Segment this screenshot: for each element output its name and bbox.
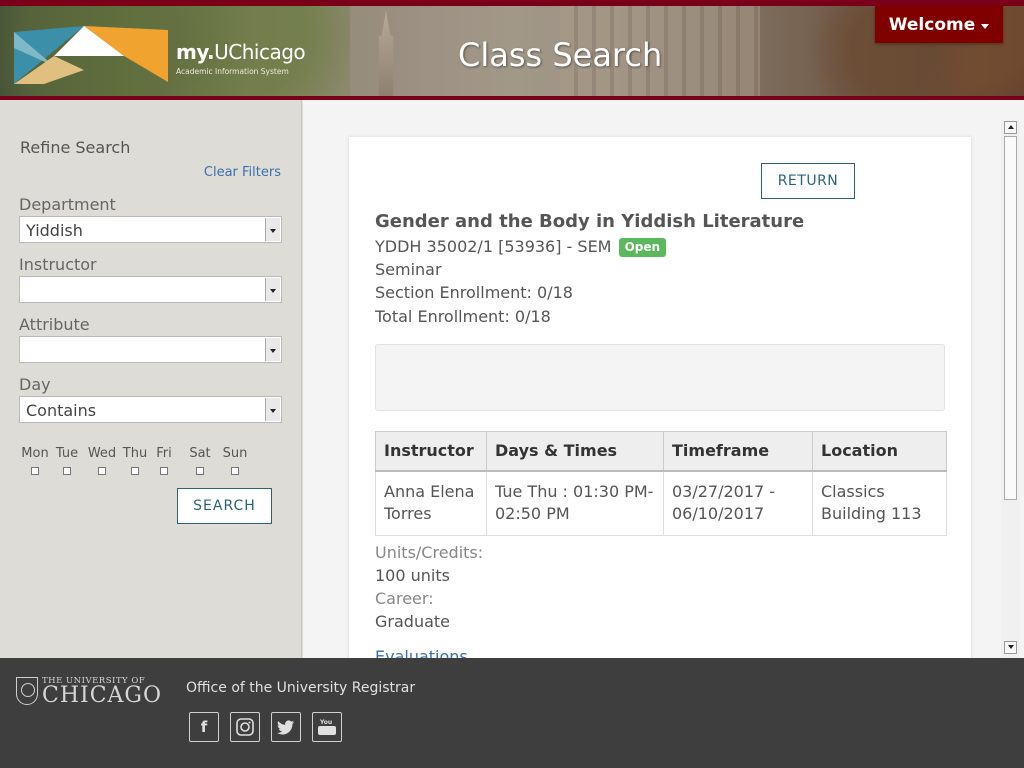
cell-instructor: Anna Elena Torres xyxy=(375,470,487,536)
total-enrollment: Total Enrollment: 0/18 xyxy=(375,307,551,326)
cell-days-times: Tue Thu : 01:30 PM-02:50 PM xyxy=(486,470,664,536)
day-checkbox-wed[interactable] xyxy=(98,467,106,475)
day-mon: Mon xyxy=(18,446,52,475)
logo-text: my.UChicago Academic Information System xyxy=(176,40,306,76)
day-value: Contains xyxy=(26,401,97,420)
day-checkbox-sun[interactable] xyxy=(231,467,239,475)
cell-location: Classics Building 113 xyxy=(812,470,947,536)
my-uchicago-logo-icon[interactable] xyxy=(14,26,168,84)
page-header: my.UChicago Academic Information System … xyxy=(0,6,1024,100)
uchicago-shield-icon xyxy=(16,677,38,705)
return-button[interactable]: RETURN xyxy=(761,163,855,199)
day-checkbox-sat[interactable] xyxy=(196,467,204,475)
column-header-timeframe: Timeframe xyxy=(663,431,813,472)
course-code: YDDH 35002/1 [53936] - SEM xyxy=(375,237,612,256)
department-value: Yiddish xyxy=(26,221,83,240)
logo-main: UChicago xyxy=(214,40,306,64)
university-of-chicago-logo[interactable]: THE UNIVERSITY OF CHICAGO xyxy=(16,676,163,708)
day-label-thu: Thu xyxy=(122,446,148,461)
career-value: Graduate xyxy=(375,612,450,631)
refine-search-sidebar: Refine Search Clear Filters Department Y… xyxy=(0,100,302,658)
page-title: Class Search xyxy=(458,36,663,74)
day-checkbox-tue[interactable] xyxy=(63,467,71,475)
main-content: RETURN Gender and the Body in Yiddish Li… xyxy=(303,100,1024,658)
youtube-icon[interactable]: You xyxy=(312,712,342,742)
course-type: Seminar xyxy=(375,260,442,279)
registrar-office-link[interactable]: Office of the University Registrar xyxy=(186,680,415,696)
course-code-line: YDDH 35002/1 [53936] - SEM Open xyxy=(375,237,667,257)
youtube-glyph: You xyxy=(318,719,336,735)
welcome-menu-button[interactable]: Welcome xyxy=(875,6,1003,43)
instagram-glyph xyxy=(236,718,254,736)
instructor-select[interactable] xyxy=(19,276,282,303)
main-scrollbar[interactable] xyxy=(1001,120,1020,658)
dropdown-arrow-icon[interactable] xyxy=(265,218,280,241)
career-label: Career: xyxy=(375,589,434,608)
day-label-wed: Wed xyxy=(87,446,117,461)
dropdown-arrow-icon[interactable] xyxy=(265,338,280,361)
instructor-label: Instructor xyxy=(19,255,97,274)
svg-text:You: You xyxy=(319,719,332,726)
day-label-fri: Fri xyxy=(156,446,172,461)
page-footer: THE UNIVERSITY OF CHICAGO Office of the … xyxy=(0,658,1024,768)
day-checkbox-mon[interactable] xyxy=(31,467,39,475)
units-value: 100 units xyxy=(375,566,450,585)
course-detail-card: RETURN Gender and the Body in Yiddish Li… xyxy=(349,137,971,658)
course-title: Gender and the Body in Yiddish Literatur… xyxy=(375,211,805,232)
day-fri: Fri xyxy=(147,446,181,475)
units-label: Units/Credits: xyxy=(375,543,484,562)
attribute-select[interactable] xyxy=(19,336,282,363)
evaluations-link[interactable]: Evaluations xyxy=(375,647,468,658)
schedule-table: Instructor Days & Times Timeframe Locati… xyxy=(375,431,947,536)
instagram-icon[interactable] xyxy=(230,712,260,742)
status-badge: Open xyxy=(618,238,667,257)
day-wed: Wed xyxy=(85,446,119,475)
day-label-tue: Tue xyxy=(55,446,79,461)
day-label: Day xyxy=(19,375,51,394)
day-checkbox-thu[interactable] xyxy=(131,467,139,475)
caret-down-icon xyxy=(981,23,990,29)
dropdown-arrow-icon[interactable] xyxy=(265,398,280,421)
day-label-sat: Sat xyxy=(189,446,211,461)
day-label-sun: Sun xyxy=(222,446,248,461)
logo-subtitle: Academic Information System xyxy=(176,67,289,76)
column-header-instructor: Instructor xyxy=(375,431,487,472)
scrollbar-thumb[interactable] xyxy=(1004,136,1017,500)
uchicago-wordmark-big: CHICAGO xyxy=(42,683,163,708)
welcome-label: Welcome xyxy=(888,14,976,35)
uchicago-wordmark: THE UNIVERSITY OF CHICAGO xyxy=(42,676,163,708)
cell-timeframe: 03/27/2017 - 06/10/2017 xyxy=(663,470,813,536)
twitter-glyph xyxy=(277,719,294,734)
facebook-icon[interactable]: f xyxy=(189,712,219,742)
dropdown-arrow-icon[interactable] xyxy=(265,278,280,301)
clear-filters-link[interactable]: Clear Filters xyxy=(204,165,281,180)
scroll-up-arrow-icon[interactable] xyxy=(1004,121,1017,134)
attribute-label: Attribute xyxy=(19,315,90,334)
table-row: Anna Elena Torres Tue Thu : 01:30 PM-02:… xyxy=(375,470,947,536)
header-background-tower xyxy=(378,10,394,96)
refine-search-heading: Refine Search xyxy=(20,138,131,157)
scroll-down-arrow-icon[interactable] xyxy=(1004,641,1017,654)
department-label: Department xyxy=(19,195,116,214)
day-sat: Sat xyxy=(183,446,217,475)
course-notes-box xyxy=(375,344,945,411)
day-sun: Sun xyxy=(218,446,252,475)
column-header-location: Location xyxy=(812,431,947,472)
logo-main-bold: my. xyxy=(176,40,215,64)
day-select[interactable]: Contains xyxy=(19,396,282,423)
column-header-days-times: Days & Times xyxy=(486,431,664,472)
day-label-mon: Mon xyxy=(21,446,49,461)
schedule-header-row: Instructor Days & Times Timeframe Locati… xyxy=(375,431,947,472)
section-enrollment: Section Enrollment: 0/18 xyxy=(375,283,573,302)
twitter-icon[interactable] xyxy=(271,712,301,742)
day-tue: Tue xyxy=(50,446,84,475)
day-checkbox-fri[interactable] xyxy=(160,467,168,475)
department-select[interactable]: Yiddish xyxy=(19,216,282,243)
search-button[interactable]: SEARCH xyxy=(177,488,272,524)
